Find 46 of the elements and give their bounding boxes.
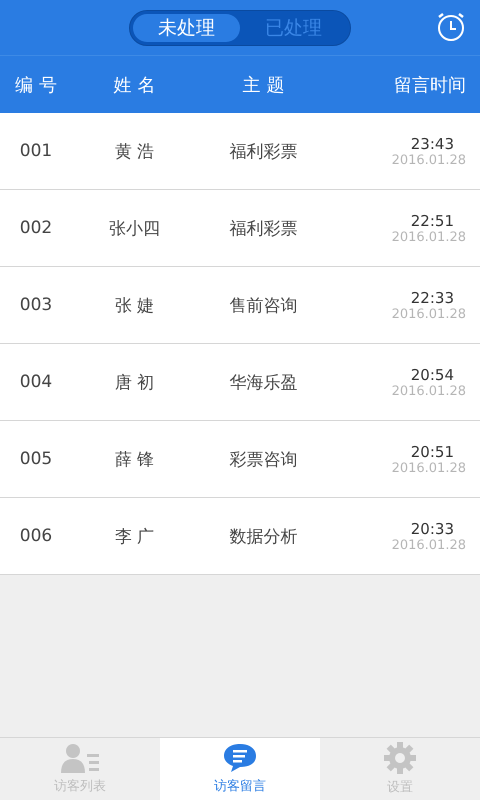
message-row[interactable]: 004 唐 初 华海乐盈 20:54 2016.01.28 (0, 344, 480, 421)
time-text: 22:33 (410, 288, 454, 306)
column-header: 编 号 (14, 74, 58, 96)
date-text: 2016.01.28 (392, 384, 466, 398)
date-text: 2016.01.28 (392, 538, 466, 552)
date-text: 2016.01.28 (392, 152, 466, 168)
alarm-clock-icon[interactable] (436, 12, 466, 42)
id-cell-text: 005 (18, 449, 54, 469)
column-header: 主 题 (242, 74, 286, 96)
id-cell-text: 003 (18, 295, 54, 315)
time-text: 20:51 (410, 442, 454, 460)
id-cell-text: 001 (18, 141, 54, 161)
chat-icon (223, 743, 257, 773)
time-text: 20:54 (410, 366, 454, 384)
name-cell-text: 李 广 (114, 526, 156, 548)
column-header: 姓 名 (112, 74, 156, 96)
date-text: 2016.01.28 (392, 460, 466, 476)
column-header: 留言时间 (393, 74, 467, 96)
topic-cell-text: 彩票咨询 (228, 448, 298, 470)
id-cell-text: 004 (18, 372, 54, 392)
nav-tab[interactable]: 访客留言 (160, 738, 320, 800)
date-text: 2016.01.28 (392, 306, 466, 322)
settings-icon (383, 742, 417, 774)
status-tab[interactable]: 未处理 (133, 14, 240, 42)
name-cell-text: 薛 锋 (114, 448, 156, 470)
topic-cell-text: 福利彩票 (228, 140, 298, 162)
topic-cell-text: 售前咨询 (228, 294, 298, 316)
message-row[interactable]: 001 黄 浩 福利彩票 23:43 2016.01.28 (0, 113, 480, 190)
message-row[interactable]: 002 张小四 福利彩票 22:51 2016.01.28 (0, 190, 480, 267)
message-row[interactable]: 006 李 广 数据分析 20:33 2016.01.28 (0, 498, 480, 575)
contacts-icon (60, 743, 100, 773)
id-cell-text: 006 (18, 526, 54, 546)
message-row[interactable]: 005 薛 锋 彩票咨询 20:51 2016.01.28 (0, 421, 480, 498)
name-cell-text: 黄 浩 (114, 140, 156, 162)
date-text: 2016.01.28 (392, 230, 466, 244)
name-cell-text: 唐 初 (114, 372, 156, 394)
message-row[interactable]: 003 张 婕 售前咨询 22:33 2016.01.28 (0, 267, 480, 344)
topic-cell-text: 华海乐盈 (228, 372, 298, 394)
time-text: 22:51 (410, 212, 454, 230)
time-text: 20:33 (410, 520, 454, 538)
time-text: 23:43 (410, 134, 454, 152)
topic-cell-text: 数据分析 (228, 526, 298, 548)
name-cell-text: 张小四 (108, 218, 161, 240)
topic-cell-text: 福利彩票 (228, 218, 298, 240)
name-cell-text: 张 婕 (114, 294, 156, 316)
id-cell-text: 002 (18, 218, 54, 238)
